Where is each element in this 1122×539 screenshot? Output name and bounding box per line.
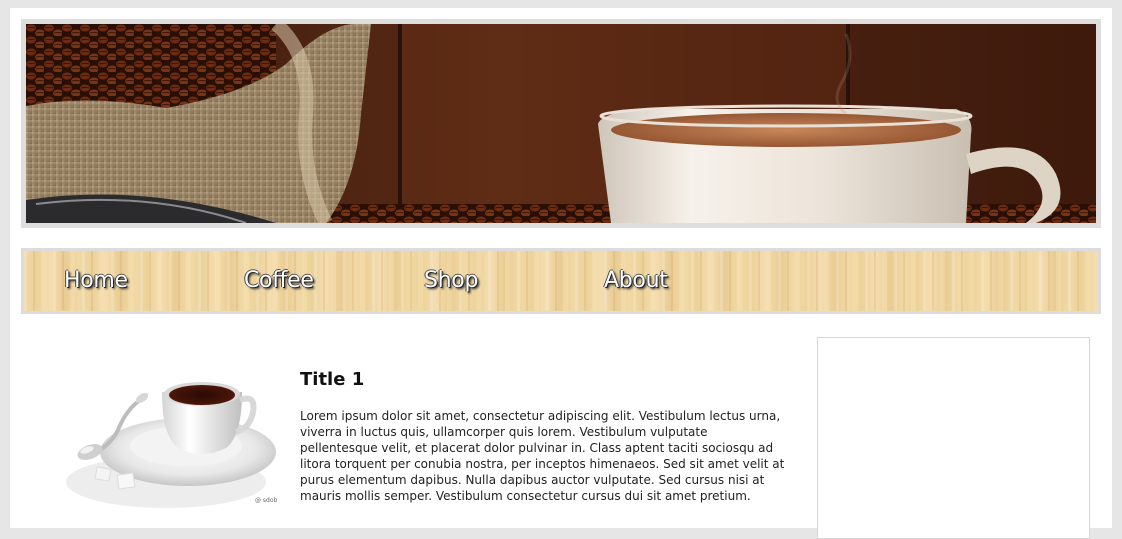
header-banner: [26, 24, 1096, 223]
post-image-coffee-cup: [66, 382, 276, 508]
banner-image: [26, 24, 1096, 223]
post-body: Lorem ipsum dolor sit amet, consectetur …: [300, 409, 785, 503]
main-nav: Home Coffee Shop About: [24, 251, 1098, 311]
nav-shop[interactable]: Shop: [424, 268, 478, 293]
sidebar-panel: [817, 337, 1090, 539]
post-title: Title 1: [300, 369, 365, 390]
nav-coffee[interactable]: Coffee: [244, 268, 314, 293]
banner-frame: [21, 19, 1101, 228]
nav-about[interactable]: About: [604, 268, 668, 293]
image-credit: @ sdob: [255, 497, 278, 504]
page-container: Home Coffee Shop About @ sdob Title 1 Lo…: [10, 8, 1112, 539]
nav-home[interactable]: Home: [64, 268, 128, 293]
nav-frame: Home Coffee Shop About: [21, 248, 1101, 314]
